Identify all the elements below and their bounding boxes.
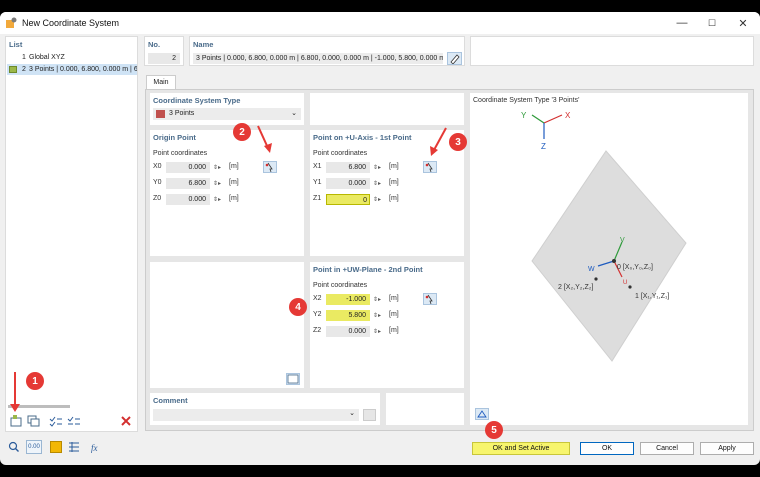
annotation-badge-1: 1 bbox=[26, 372, 44, 390]
arrow-2 bbox=[257, 125, 269, 149]
annotation-badge-5: 5 bbox=[485, 421, 503, 439]
arrow-3-head bbox=[430, 146, 438, 156]
annotation-badge-4: 4 bbox=[289, 298, 307, 316]
annotation-badge-3: 3 bbox=[449, 133, 467, 151]
arrow-3 bbox=[433, 127, 447, 151]
annotation-arrows bbox=[10, 125, 447, 412]
arrow-1-head bbox=[10, 404, 20, 412]
arrow-2-head bbox=[264, 143, 272, 153]
annotation-badge-2: 2 bbox=[233, 123, 251, 141]
